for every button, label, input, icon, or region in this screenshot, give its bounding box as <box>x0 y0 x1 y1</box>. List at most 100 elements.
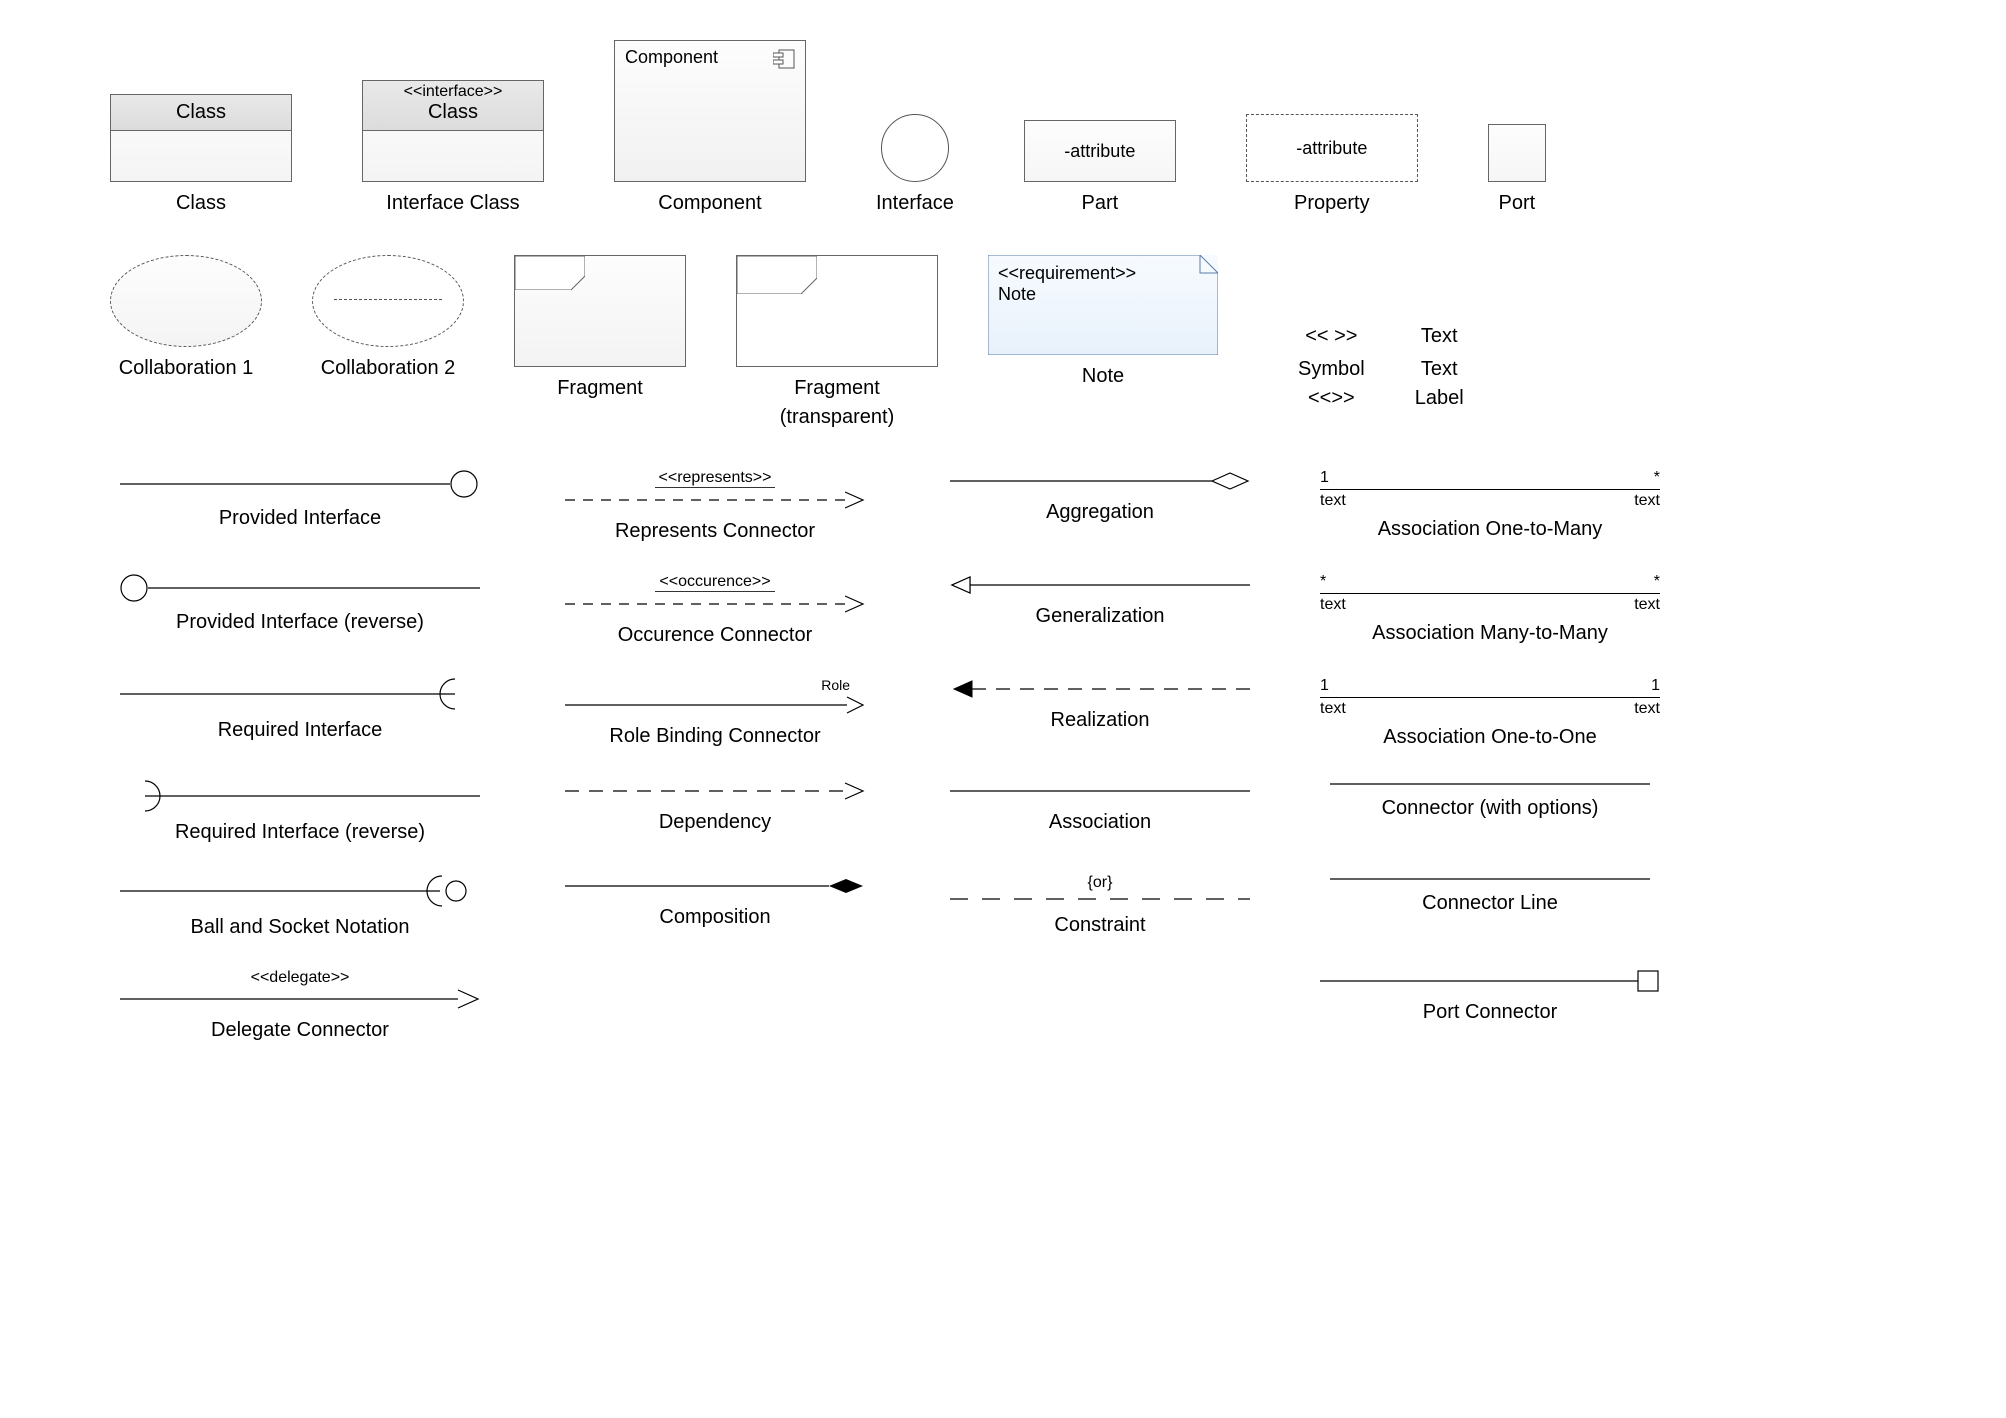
shape-fragment: Fragment <box>514 255 686 400</box>
assoc-11-label: Association One-to-One <box>1320 726 1660 749</box>
shape-symbol: << >> Symbol <<>> <box>1298 255 1365 410</box>
assoc-mm-top: * * <box>1320 573 1660 591</box>
interface-class-box: <<interface>> Class <box>362 80 544 182</box>
assoc-mm-sub: text text <box>1320 596 1660 614</box>
text-label-caption2: Label <box>1415 387 1464 410</box>
shape-collab2: Collaboration 2 <box>312 255 464 380</box>
assoc-11-r1: 1 <box>1651 677 1660 695</box>
part-box: -attribute <box>1024 120 1176 182</box>
assoc-11-line <box>1320 697 1660 698</box>
assoc-mm-l1: * <box>1320 573 1326 591</box>
shape-class: Class Class <box>110 94 292 215</box>
provided-interface-rev-icon <box>120 573 480 603</box>
collab1-shape <box>110 255 262 347</box>
dependency: Dependency <box>550 779 880 844</box>
delegate-icon <box>120 987 480 1011</box>
required-interface-reverse: Required Interface (reverse) <box>110 779 490 844</box>
assoc-one-to-many: 1 * text text Association One-to-Many <box>1320 469 1660 543</box>
assoc-1m-line <box>1320 489 1660 490</box>
shape-fragment-transparent: Fragment (transparent) <box>736 255 938 429</box>
association-label: Association <box>1049 811 1151 834</box>
fragment-transparent-shape <box>736 255 938 367</box>
represents-connector: <<represents>> Represents Connector <box>550 469 880 543</box>
fragment-caption: Fragment <box>557 377 643 400</box>
part-caption: Part <box>1081 192 1118 215</box>
assoc-1m-l2: text <box>1320 492 1346 510</box>
realization: Realization <box>940 677 1260 749</box>
generalization-icon <box>950 573 1250 597</box>
connector-options-icon <box>1330 779 1650 789</box>
occurence-connector: <<occurence>> Occurence Connector <box>550 573 880 647</box>
delegate-label: Delegate Connector <box>211 1019 389 1042</box>
aggregation-icon <box>950 469 1250 493</box>
ball-socket-icon <box>120 874 480 908</box>
delegate-anno: <<delegate>> <box>251 969 350 987</box>
shape-property: -attribute Property <box>1246 114 1418 215</box>
shape-note: <<requirement>> Note Note <box>988 255 1218 388</box>
empty-col2 <box>550 969 880 1042</box>
association: Association <box>940 779 1260 844</box>
association-icon <box>950 779 1250 803</box>
role-label: Role Binding Connector <box>609 725 820 748</box>
shape-text-label: Text Text Label <box>1415 255 1464 410</box>
class-title: Class <box>111 95 291 131</box>
class-body <box>111 131 291 181</box>
shape-component: Component Component <box>614 40 806 215</box>
class-box: Class <box>110 94 292 182</box>
port-box <box>1488 124 1546 182</box>
property-caption: Property <box>1294 192 1370 215</box>
symbol-text: << >> <box>1305 325 1357 348</box>
generalization-label: Generalization <box>1036 605 1165 628</box>
port-connector-icon <box>1320 969 1660 993</box>
class-caption: Class <box>176 192 226 215</box>
connectors-grid: Provided Interface <<represents>> Repres… <box>110 469 1966 1042</box>
occurence-anno: <<occurence>> <box>655 573 774 592</box>
shape-collab1: Collaboration 1 <box>110 255 262 380</box>
collab2-divider <box>334 299 442 300</box>
port-connector: Port Connector <box>1320 969 1660 1042</box>
interface-class-name: Class <box>367 101 539 124</box>
dependency-icon <box>565 779 865 803</box>
fragment-tab-icon <box>515 256 585 290</box>
collab1-caption: Collaboration 1 <box>119 357 254 380</box>
assoc-mm-label: Association Many-to-Many <box>1320 622 1660 645</box>
shape-interface: Interface <box>876 114 954 215</box>
shapes-row-1: Class Class <<interface>> Class Interfac… <box>110 40 1966 215</box>
constraint-label: Constraint <box>1054 914 1145 937</box>
composition-label: Composition <box>659 906 770 929</box>
interface-class-body <box>363 131 543 181</box>
provided-interface-label: Provided Interface <box>219 507 381 530</box>
note-stereo: <<requirement>> <box>998 263 1208 284</box>
symbol-caption1: Symbol <box>1298 358 1365 381</box>
required-interface-rev-label: Required Interface (reverse) <box>175 821 425 844</box>
port-caption: Port <box>1498 192 1535 215</box>
component-label: Component <box>625 47 718 68</box>
aggregation-label: Aggregation <box>1046 501 1154 524</box>
required-interface-label: Required Interface <box>218 719 383 742</box>
component-caption: Component <box>658 192 761 215</box>
occurence-arrow-icon <box>565 592 865 616</box>
assoc-1m-label: Association One-to-Many <box>1320 518 1660 541</box>
note-caption: Note <box>1082 365 1124 388</box>
fragment-t-caption2: (transparent) <box>780 406 895 429</box>
assoc-mm-line <box>1320 593 1660 594</box>
occurence-label: Occurence Connector <box>618 624 813 647</box>
constraint: {or} Constraint <box>940 874 1260 939</box>
role-anno: Role <box>821 677 850 693</box>
collab2-shape <box>312 255 464 347</box>
fragment-t-caption1: Fragment <box>794 377 880 400</box>
assoc-11-top: 1 1 <box>1320 677 1660 695</box>
role-arrow-icon <box>565 693 865 717</box>
assoc-1m-sub: text text <box>1320 492 1660 510</box>
component-box: Component <box>614 40 806 182</box>
shape-part: -attribute Part <box>1024 120 1176 215</box>
property-text: -attribute <box>1296 138 1367 159</box>
property-box: -attribute <box>1246 114 1418 182</box>
assoc-one-to-one: 1 1 text text Association One-to-One <box>1320 677 1660 749</box>
note-text: Note <box>998 284 1208 305</box>
note-shape: <<requirement>> Note <box>988 255 1218 355</box>
interface-circle-icon <box>881 114 949 182</box>
represents-arrow-icon <box>565 488 865 512</box>
interface-caption: Interface <box>876 192 954 215</box>
connector-line-label: Connector Line <box>1422 892 1558 915</box>
